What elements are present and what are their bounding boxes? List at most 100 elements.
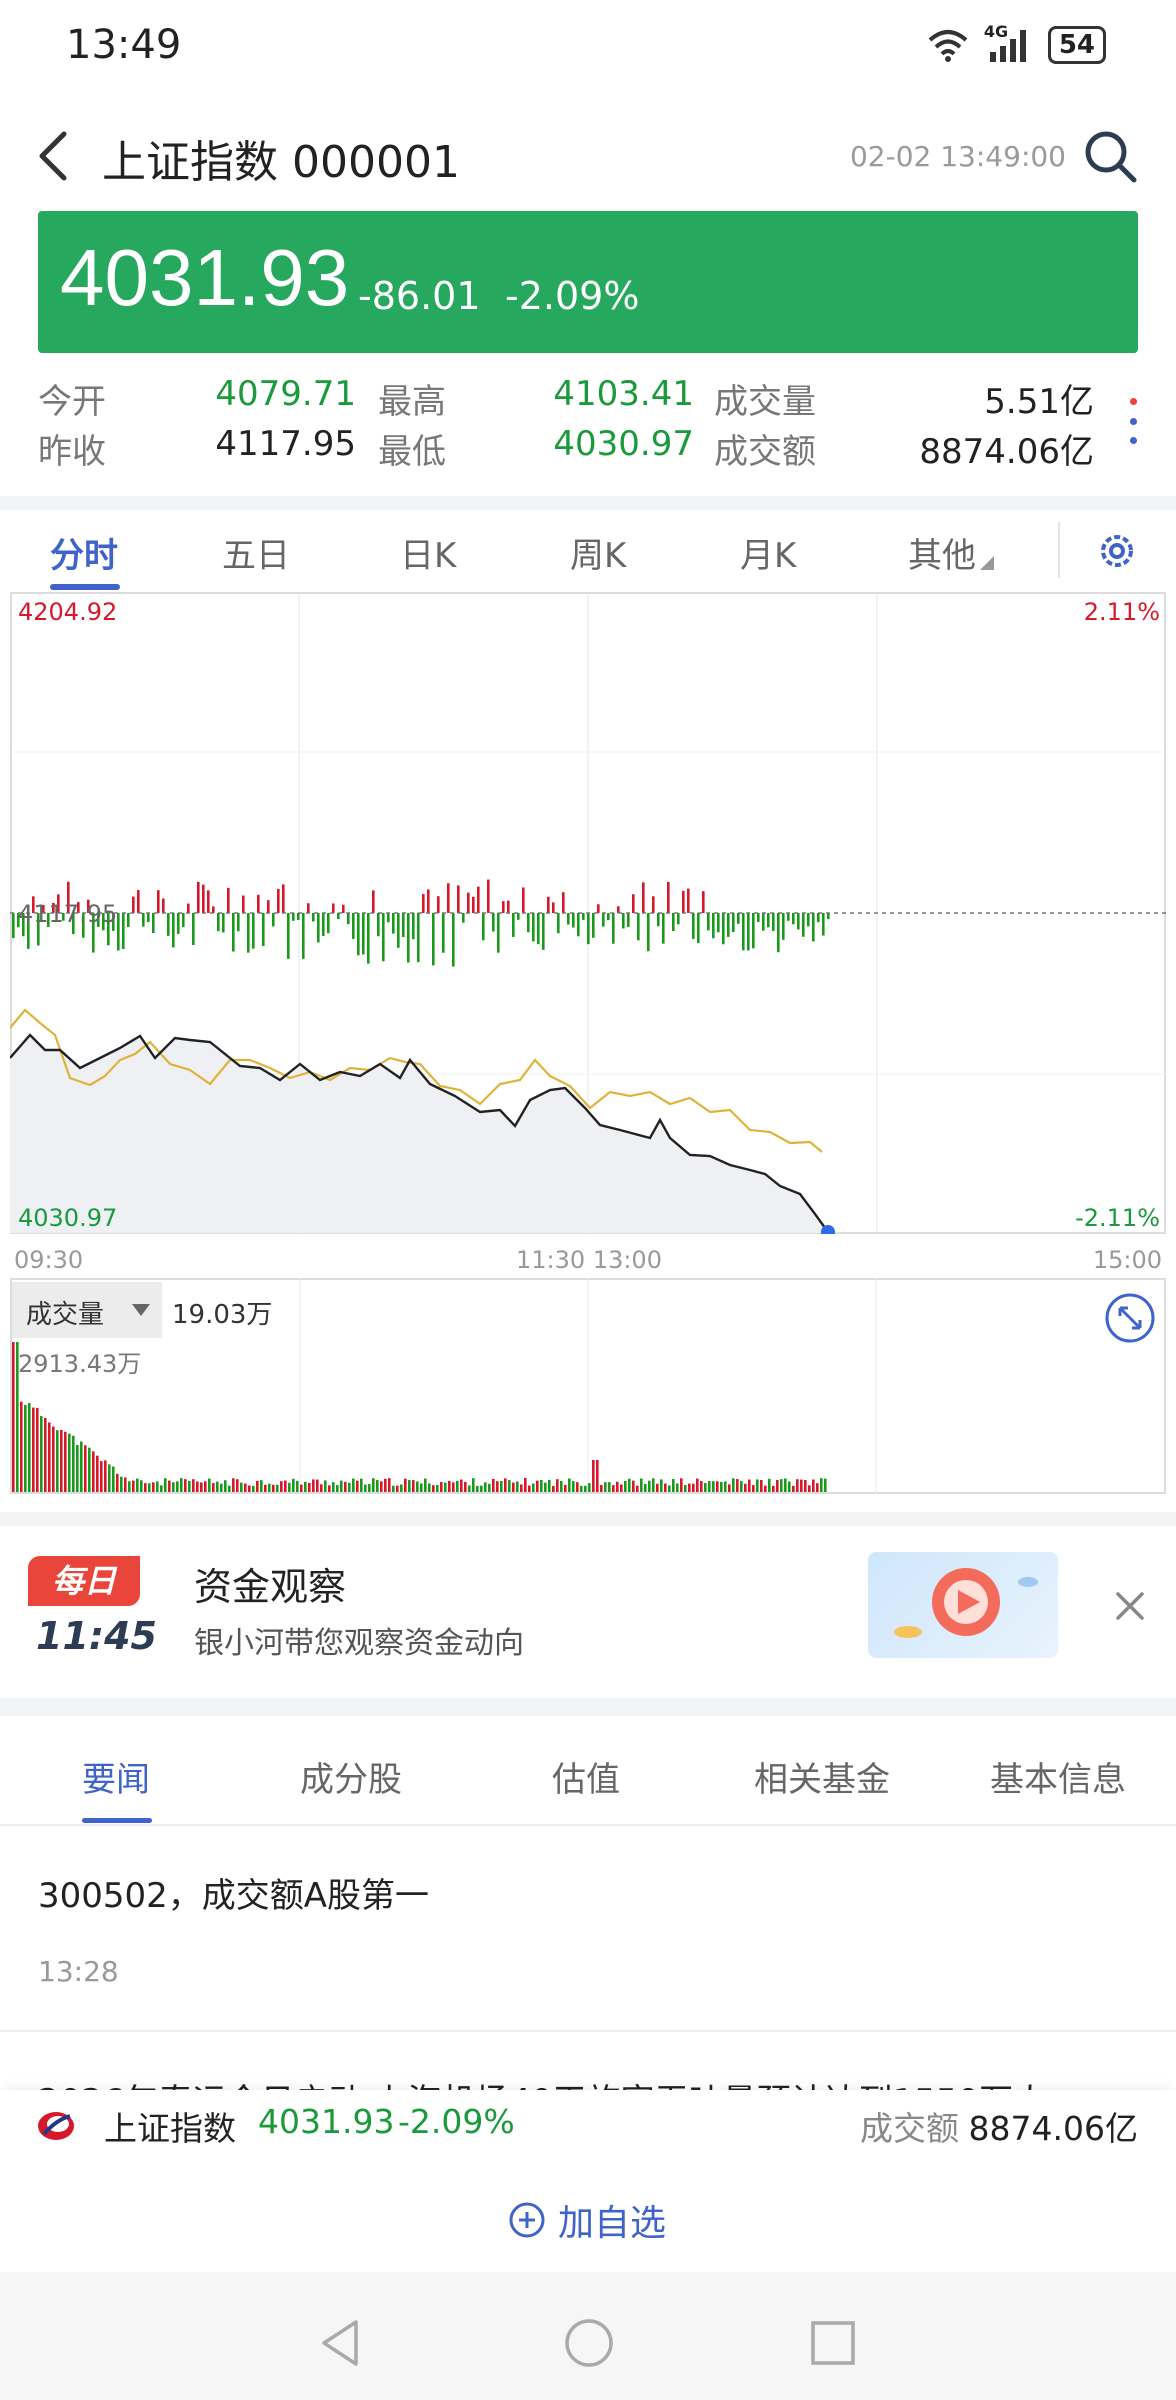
volume-bar	[612, 1485, 615, 1492]
search-icon[interactable]	[1082, 128, 1138, 184]
down-bar	[232, 913, 235, 952]
volume-bar	[344, 1481, 347, 1492]
volume-bar	[128, 1481, 131, 1492]
volume-bar	[100, 1461, 103, 1492]
amount-value: 8874.06亿	[919, 432, 1094, 472]
down-bar	[387, 913, 390, 923]
volume-bar	[772, 1485, 775, 1492]
up-bar	[157, 890, 160, 913]
down-bar	[362, 913, 365, 955]
volume-bar	[472, 1478, 475, 1492]
volume-bar	[596, 1460, 599, 1492]
tab-weekly-k[interactable]: 周K	[570, 528, 626, 577]
volume-bar	[692, 1483, 695, 1492]
volume-bar	[644, 1483, 647, 1492]
volume-bar	[32, 1407, 35, 1492]
volume-bar	[792, 1485, 795, 1492]
tab-related-funds[interactable]: 相关基金	[754, 1752, 890, 1801]
volume-bar	[480, 1485, 483, 1492]
gear-icon[interactable]	[1094, 528, 1140, 574]
tab-news[interactable]: 要闻	[82, 1752, 150, 1801]
down-bar	[412, 913, 415, 940]
up-bar	[597, 904, 600, 913]
volume-bar	[48, 1422, 51, 1492]
volume-bar	[280, 1481, 283, 1492]
down-bar	[537, 913, 540, 945]
volume-bar	[680, 1478, 683, 1492]
tab-daily-k[interactable]: 日K	[400, 528, 456, 577]
volume-bar	[584, 1485, 587, 1492]
up-bar	[552, 902, 555, 913]
volume-bar	[40, 1416, 43, 1492]
tab-monthly-k[interactable]: 月K	[740, 528, 796, 577]
tab-five-day[interactable]: 五日	[222, 528, 290, 577]
volume-bar	[224, 1480, 227, 1492]
volume-bar	[388, 1478, 391, 1492]
news-item-title[interactable]: 300502，成交额A股第一	[38, 1868, 429, 1917]
volume-label: 成交量	[714, 382, 816, 422]
volume-bar	[604, 1482, 607, 1492]
tab-basic-info[interactable]: 基本信息	[990, 1752, 1126, 1801]
down-bar	[812, 913, 815, 942]
up-bar	[562, 892, 565, 913]
volume-bar	[92, 1451, 95, 1492]
down-bar	[697, 913, 700, 944]
volume-bar	[308, 1482, 311, 1492]
volume-bar	[676, 1483, 679, 1492]
daily-card-image[interactable]	[868, 1552, 1058, 1658]
down-bar	[627, 913, 630, 927]
down-bar	[442, 913, 445, 953]
volume-bar	[36, 1407, 39, 1492]
up-bar	[702, 891, 705, 913]
volume-bar	[428, 1483, 431, 1492]
down-bar	[712, 913, 715, 939]
volume-bar	[488, 1483, 491, 1492]
volume-bar	[172, 1482, 175, 1492]
add-watchlist-button[interactable]: 加自选	[508, 2194, 666, 2246]
up-bar	[447, 883, 450, 913]
volume-bar	[440, 1481, 443, 1492]
tab-constituents[interactable]: 成分股	[300, 1752, 402, 1801]
down-bar	[392, 913, 395, 934]
volume-bar	[236, 1479, 239, 1492]
volume-bar	[176, 1481, 179, 1492]
nav-home-icon[interactable]	[564, 2318, 614, 2368]
expand-icon[interactable]	[1104, 1292, 1156, 1344]
volume-bar	[784, 1478, 787, 1492]
down-bar	[357, 913, 360, 956]
down-bar	[622, 913, 625, 929]
tab-intraday[interactable]: 分时	[50, 528, 118, 577]
nav-back-icon[interactable]	[318, 2318, 362, 2368]
intraday-chart[interactable]	[10, 592, 1166, 1234]
up-bar	[212, 906, 215, 913]
volume-bar	[736, 1479, 739, 1492]
down-bar	[607, 913, 610, 921]
back-icon[interactable]	[34, 128, 74, 184]
up-bar	[137, 890, 140, 913]
volume-bar	[564, 1484, 567, 1492]
nav-recents-icon[interactable]	[810, 2320, 856, 2366]
more-stats-icon[interactable]	[1128, 398, 1138, 444]
volume-bar	[716, 1481, 719, 1492]
daily-card-title[interactable]: 资金观察	[194, 1556, 346, 1611]
down-bar	[542, 913, 545, 950]
down-bar	[252, 913, 255, 949]
volume-bar	[624, 1480, 627, 1492]
volume-bar	[336, 1485, 339, 1492]
down-bar	[302, 913, 305, 959]
quote-datetime: 02-02 13:49:00	[849, 140, 1066, 173]
volume-bar	[420, 1483, 423, 1492]
tab-other[interactable]: 其他	[908, 528, 976, 577]
down-bar	[402, 913, 405, 938]
close-icon[interactable]	[1110, 1586, 1150, 1626]
volume-bar	[88, 1447, 91, 1492]
volume-bar	[640, 1478, 643, 1492]
tab-valuation[interactable]: 估值	[552, 1752, 620, 1801]
down-bar	[122, 913, 125, 950]
volume-bar	[300, 1484, 303, 1492]
page-title: 上证指数 000001	[102, 137, 460, 188]
down-bar	[777, 913, 780, 953]
volume-bar	[316, 1479, 319, 1492]
down-bar	[177, 913, 180, 934]
down-bar	[612, 913, 615, 944]
